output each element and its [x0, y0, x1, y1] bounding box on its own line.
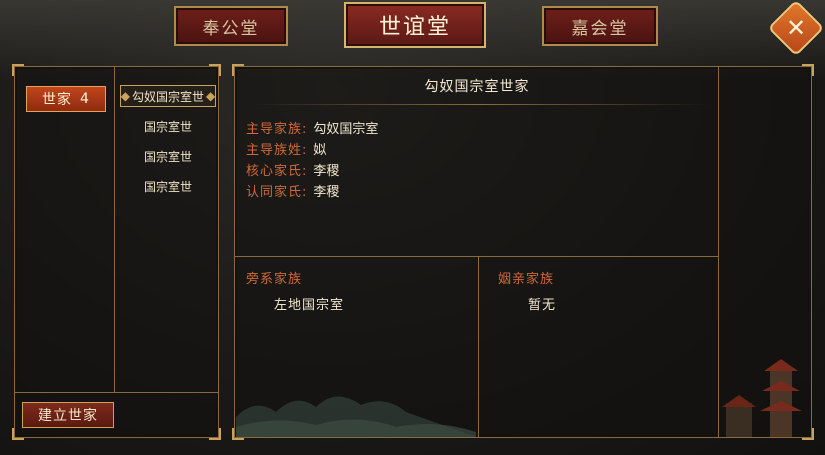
family-label: 勾奴国宗室世	[132, 89, 205, 104]
family-item-1[interactable]: ◆ 勾奴国宗室世 ◆	[120, 85, 216, 107]
info-row-leading-surname: 主导族姓: 姒	[246, 139, 326, 158]
clan-category-button[interactable]: 世家 4	[26, 86, 106, 112]
family-item-4[interactable]: 国宗室世	[120, 175, 216, 197]
clan-count: 4	[80, 91, 90, 107]
tab-shiyi[interactable]: 世谊堂	[344, 2, 486, 48]
tab-fenggong[interactable]: 奉公堂	[174, 6, 288, 46]
close-icon: ✕	[785, 13, 807, 42]
family-label: 国宗室世	[143, 119, 192, 134]
pagoda-decoration	[722, 359, 802, 437]
marriage-title: 姻亲家族	[498, 272, 555, 287]
list-divider	[114, 66, 115, 392]
info-row-core-clan: 核心家氏: 李稷	[246, 160, 339, 179]
bottom-divider	[14, 392, 219, 393]
collateral-title: 旁系家族	[246, 272, 303, 287]
info-label: 主导族姓:	[246, 143, 308, 158]
tab-jiahui[interactable]: 嘉会堂	[542, 6, 658, 46]
title-underline	[250, 104, 710, 105]
clan-label: 世家	[42, 92, 73, 108]
family-item-3[interactable]: 国宗室世	[120, 145, 216, 167]
collateral-value[interactable]: 左地国宗室	[274, 294, 344, 313]
marriage-value: 暂无	[528, 298, 557, 313]
family-item-2[interactable]: 国宗室世	[120, 115, 216, 137]
found-clan-button[interactable]: 建立世家	[22, 402, 114, 428]
info-value: 李稷	[313, 185, 340, 200]
right-divider	[718, 66, 719, 438]
clan-title: 勾奴国宗室世家	[424, 79, 530, 95]
info-label: 主导家族:	[246, 122, 308, 137]
landscape-decoration-left	[236, 396, 476, 437]
info-value: 李稷	[313, 164, 340, 179]
info-value: 姒	[313, 143, 327, 158]
family-label: 国宗室世	[143, 179, 192, 194]
info-value: 勾奴国宗室	[313, 122, 379, 137]
info-label: 核心家氏:	[246, 164, 308, 179]
info-label: 认同家氏:	[246, 185, 308, 200]
detail-hdivider	[234, 256, 719, 257]
info-row-recognized-clan: 认同家氏: 李稷	[246, 181, 339, 200]
family-label: 国宗室世	[143, 149, 192, 164]
detail-vdivider	[478, 256, 479, 438]
info-row-leading-family: 主导家族: 勾奴国宗室	[246, 118, 378, 137]
